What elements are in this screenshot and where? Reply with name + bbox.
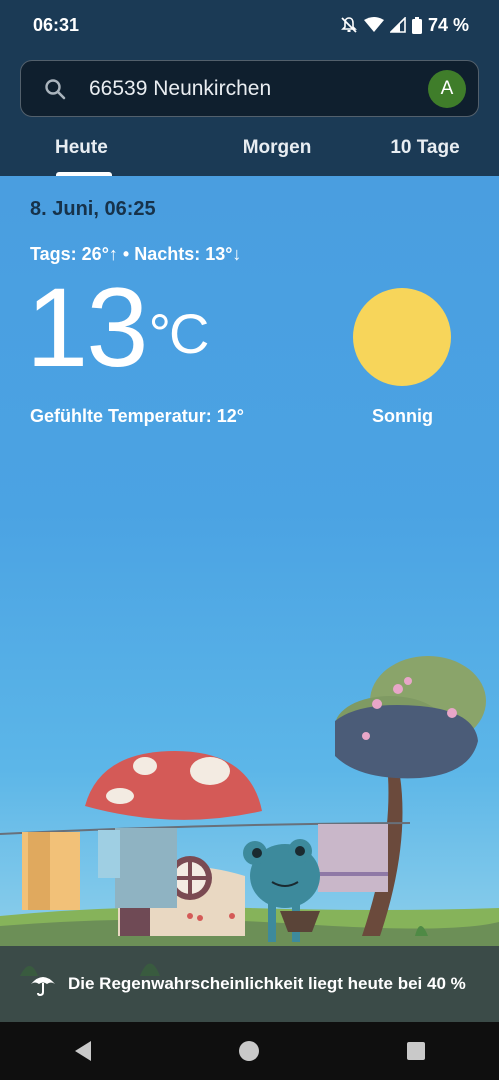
high-low-temperature: Tags: 26°↑ • Nachts: 13°↓ — [30, 244, 242, 264]
sun-icon — [353, 288, 451, 386]
account-avatar[interactable]: A — [428, 69, 466, 108]
status-icons: 74 % — [340, 15, 469, 36]
weather-condition: Sonnig — [372, 406, 433, 426]
status-bar: 06:31 74 % — [0, 0, 499, 50]
tab-tomorrow[interactable]: Morgen — [203, 120, 351, 176]
status-time: 06:31 — [33, 14, 80, 35]
recents-icon — [406, 1042, 425, 1060]
back-button[interactable] — [53, 1022, 113, 1080]
rain-probability-banner[interactable]: Die Regenwahrscheinlichkeit liegt heute … — [0, 946, 499, 1022]
temperature-unit: °C — [148, 302, 210, 365]
umbrella-icon — [31, 977, 55, 997]
recents-button[interactable] — [386, 1022, 446, 1080]
app-header: 06:31 74 % 66539 Neunkirchen A Heute Mor… — [0, 0, 499, 176]
do-not-disturb-icon — [341, 17, 357, 33]
search-icon[interactable] — [21, 60, 89, 117]
location-search-bar[interactable]: 66539 Neunkirchen A — [20, 60, 479, 117]
location-value[interactable]: 66539 Neunkirchen — [89, 77, 428, 101]
battery-level: 74 % — [427, 14, 469, 35]
home-button[interactable] — [219, 1022, 279, 1080]
signal-icon — [389, 17, 406, 33]
feels-like-temperature: Gefühlte Temperatur: 12° — [30, 406, 244, 426]
current-temperature: 13°C — [26, 265, 210, 390]
system-navigation-bar — [0, 1022, 499, 1080]
home-icon — [239, 1041, 260, 1061]
weather-panel: 8. Juni, 06:25 Tags: 26°↑ • Nachts: 13°↓… — [0, 176, 499, 1022]
wifi-icon — [363, 17, 384, 32]
battery-icon — [411, 16, 422, 34]
temperature-value: 13 — [26, 265, 149, 390]
tab-10-days[interactable]: 10 Tage — [351, 120, 499, 176]
tab-today[interactable]: Heute — [0, 120, 203, 176]
date-time: 8. Juni, 06:25 — [30, 198, 156, 220]
forecast-tabs: Heute Morgen 10 Tage — [0, 120, 499, 176]
back-icon — [75, 1041, 92, 1061]
rain-probability-text: Die Regenwahrscheinlichkeit liegt heute … — [68, 974, 466, 993]
